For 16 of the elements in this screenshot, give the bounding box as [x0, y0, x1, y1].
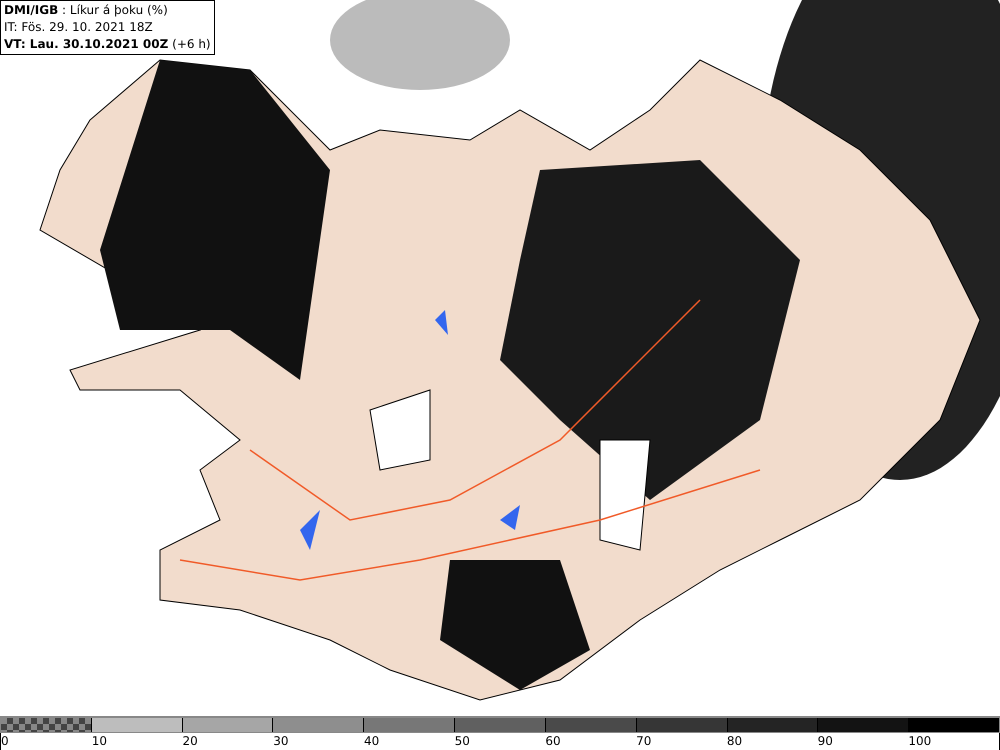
- issue-time: IT: Fös. 29. 10. 2021 18Z: [4, 20, 153, 34]
- forecast-offset: (+6 h): [172, 37, 211, 51]
- legend-tick-label: 30: [273, 734, 288, 748]
- valid-time: VT: Lau. 30.10.2021 00Z: [4, 37, 168, 51]
- legend-tick-label: 70: [636, 734, 652, 748]
- legend-tick-label: 100: [908, 734, 932, 748]
- legend-tick-label: 40: [364, 734, 380, 748]
- legend-tick-label: 90: [818, 734, 833, 748]
- legend-tick-label: 0: [1, 734, 9, 748]
- legend-tick-label: 50: [454, 734, 470, 748]
- product-label: : Líkur á þoku (%): [62, 3, 168, 17]
- legend-tick-label: 80: [726, 734, 742, 748]
- legend-tick-label: 10: [92, 734, 108, 748]
- legend-tick-label: 20: [182, 734, 198, 748]
- source-label: DMI/IGB: [4, 3, 58, 17]
- legend-tick-label: 60: [545, 734, 561, 748]
